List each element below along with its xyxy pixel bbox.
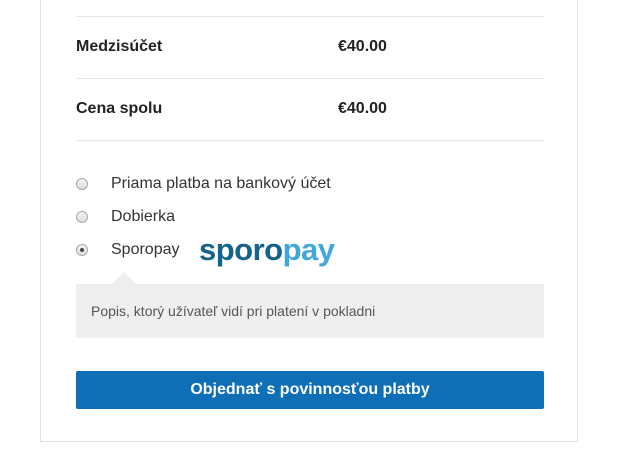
payment-method-bank-transfer[interactable]: Priama platba na bankový účet — [76, 172, 331, 196]
table-divider — [76, 78, 544, 79]
radio-button-selected[interactable] — [76, 244, 88, 256]
total-value: €40.00 — [338, 100, 387, 117]
payment-method-label[interactable]: Priama platba na bankový účet — [111, 175, 331, 193]
total-label: Cena spolu — [76, 100, 163, 117]
payment-method-label[interactable]: Dobierka — [111, 208, 175, 226]
logo-text-pay: pay — [282, 232, 335, 267]
payment-method-cash-on-delivery[interactable]: Dobierka — [76, 205, 175, 229]
description-pointer — [112, 272, 136, 284]
sporopay-logo: sporopay — [199, 234, 335, 265]
payment-description-text: Popis, ktorý užívateľ vidí pri platení v… — [91, 303, 376, 319]
subtotal-value: €40.00 — [338, 38, 387, 55]
table-divider — [76, 140, 544, 141]
radio-button[interactable] — [76, 211, 88, 223]
place-order-button[interactable]: Objednať s povinnosťou platby — [76, 371, 544, 409]
payment-method-sporopay[interactable]: Sporopay — [76, 238, 180, 262]
subtotal-label: Medzisúčet — [76, 38, 163, 55]
payment-description-box: Popis, ktorý užívateľ vidí pri platení v… — [76, 284, 544, 338]
payment-method-label[interactable]: Sporopay — [111, 241, 180, 259]
table-divider — [76, 16, 544, 17]
logo-text-sporo: sporo — [199, 232, 283, 267]
radio-button[interactable] — [76, 178, 88, 190]
